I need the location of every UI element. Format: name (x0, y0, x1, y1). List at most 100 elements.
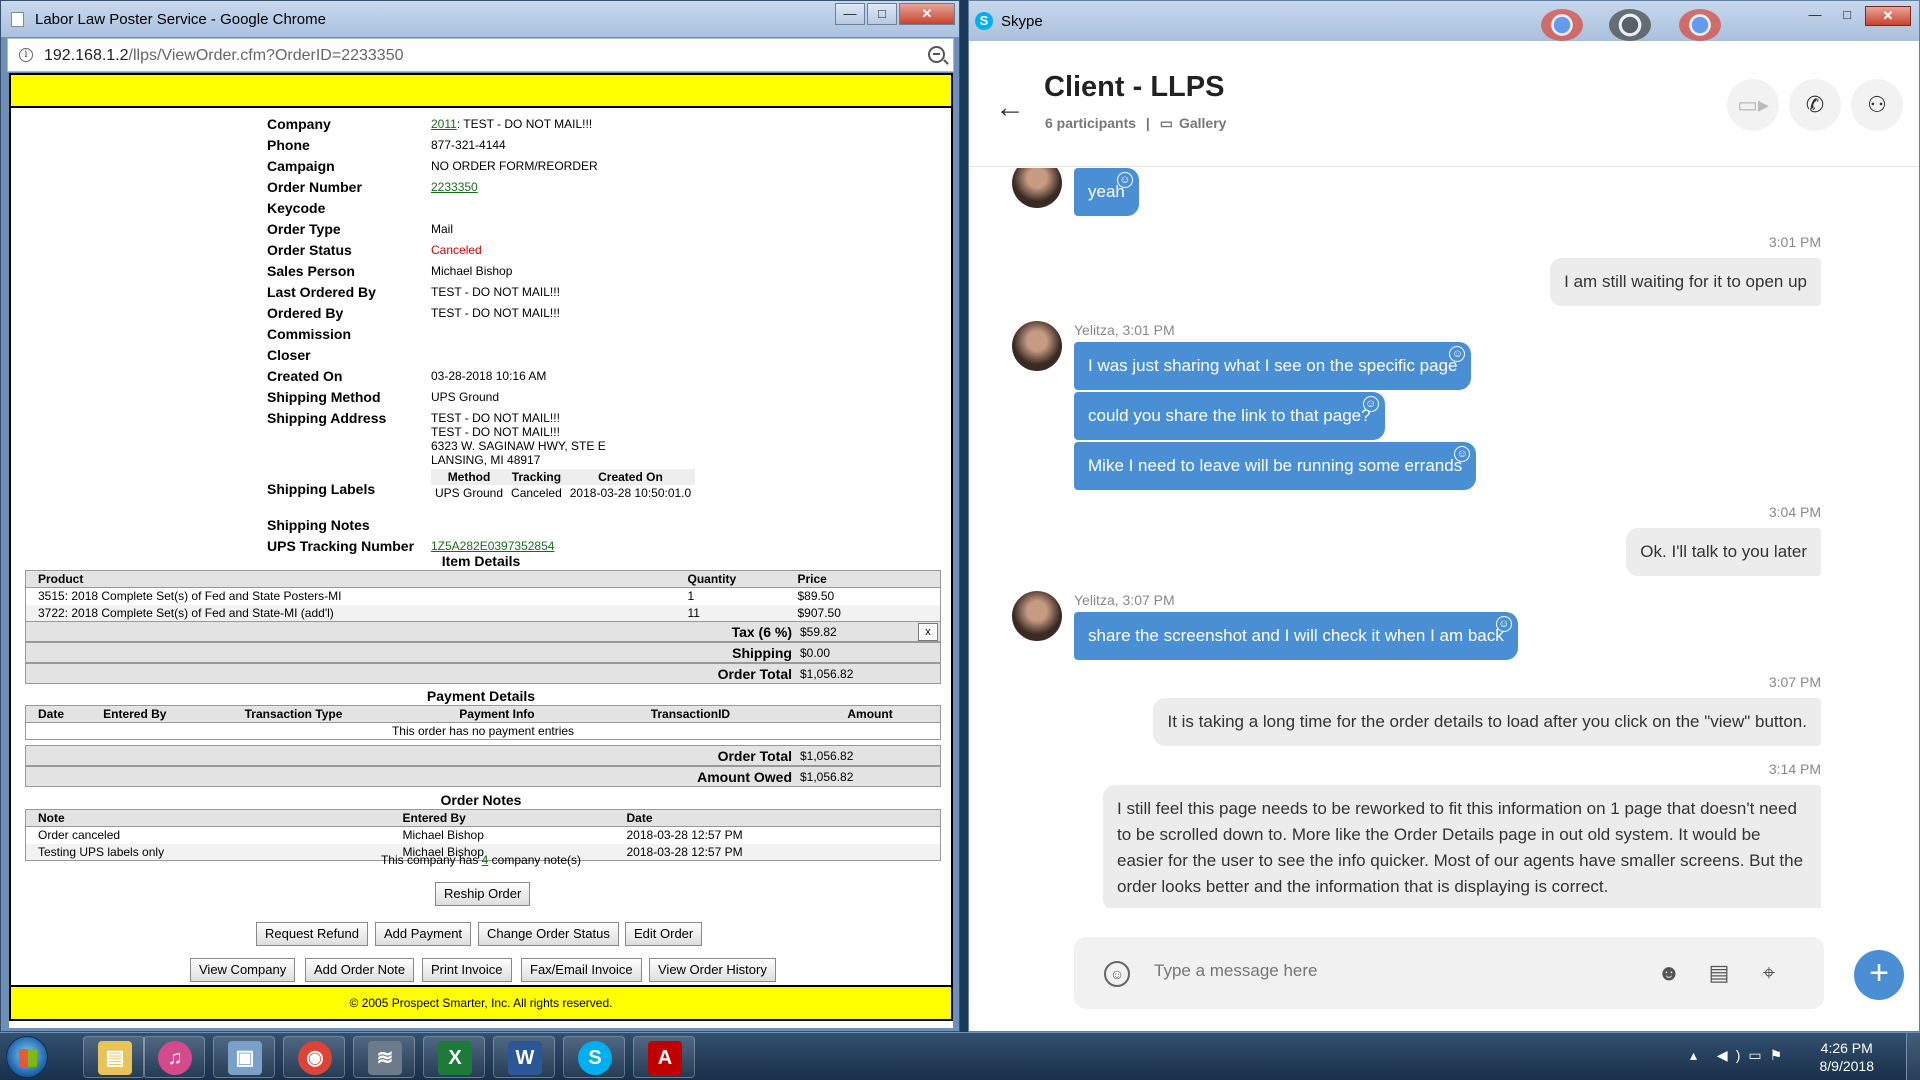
address-bar[interactable]: i 192.168.1.2/llps/ViewOrder.cfm?OrderID… (7, 38, 954, 72)
show-hidden-icon[interactable]: ▴ (1690, 1047, 1705, 1063)
maximize-button[interactable]: □ (867, 3, 897, 25)
field-shipping-address: Shipping Address TEST - DO NOT MAIL!!! T… (267, 410, 606, 467)
company-notes-text: This company has 4 company note(s) (380, 853, 582, 867)
reaction-icon[interactable]: ☺ (1116, 172, 1133, 188)
taskbar-file-explorer[interactable]: ▤ (83, 1036, 145, 1078)
payment-details-title: Payment Details (426, 688, 536, 704)
message-outgoing[interactable]: I still feel this page needs to be rewor… (1103, 785, 1821, 908)
message-incoming[interactable]: could you share the link to that page? ☺ (1074, 392, 1385, 440)
emoji-icon[interactable]: ☺ (1104, 961, 1130, 987)
skype-minimize-button[interactable]: — (1801, 6, 1829, 26)
taskbar-database[interactable]: ≋ (353, 1036, 415, 1078)
field-created-on: Created On 03-28-2018 10:16 AM (267, 368, 547, 384)
chrome-icon: ◉ (298, 1041, 332, 1075)
fax-email-invoice-button[interactable]: Fax/Email Invoice (521, 958, 642, 982)
reaction-icon[interactable]: ☺ (1362, 396, 1379, 412)
taskbar-skype[interactable]: S (563, 1036, 625, 1078)
reaction-icon[interactable]: ☺ (1449, 346, 1466, 362)
add-payment-button[interactable]: Add Payment (375, 922, 472, 946)
show-desktop-button[interactable] (1906, 1033, 1920, 1080)
volume-icon[interactable]: ◀) (1717, 1047, 1748, 1063)
order-number-link[interactable]: 2233350 (431, 180, 478, 194)
minimize-button[interactable]: — (835, 3, 865, 25)
payment-order-total-row: Order Total $1,056.82 (25, 745, 941, 766)
zoom-icon[interactable] (928, 46, 945, 63)
taskbar-itunes[interactable]: ♫ (143, 1036, 205, 1078)
taskbar-explorer-window[interactable]: ▣ (213, 1036, 275, 1078)
taskbar-chrome[interactable]: ◉ (283, 1036, 345, 1078)
message-outgoing[interactable]: Ok. I'll talk to you later (1626, 528, 1821, 576)
phone-icon: ✆ (1805, 92, 1825, 117)
chrome-window-title: Labor Law Poster Service - Google Chrome (35, 11, 326, 28)
message-outgoing[interactable]: It is taking a long time for the order d… (1153, 698, 1821, 746)
chat-subtitle: 6 participants | ▭ Gallery (1045, 115, 1227, 131)
participants-link[interactable]: 6 participants (1045, 115, 1136, 131)
sticker-icon[interactable]: ☻ (1654, 959, 1684, 989)
skype-close-button[interactable]: ✕ (1865, 6, 1911, 26)
taskbar-acrobat[interactable]: A (633, 1036, 695, 1078)
field-commission: Commission (267, 326, 352, 342)
chrome-titlebar[interactable]: Labor Law Poster Service - Google Chrome… (1, 1, 959, 37)
word-icon: W (508, 1041, 542, 1075)
reaction-icon[interactable]: ☺ (1454, 446, 1471, 462)
clock-time: 4:26 PM (1820, 1040, 1873, 1056)
avatar (1012, 321, 1062, 371)
item-details-table: Product Quantity Price 3515: 2018 Comple… (25, 570, 941, 622)
url-text[interactable]: 192.168.1.2/llps/ViewOrder.cfm?OrderID=2… (44, 47, 403, 65)
message-incoming[interactable]: Mike I need to leave will be running som… (1074, 442, 1477, 490)
taskbar-excel[interactable]: X (423, 1036, 485, 1078)
shipping-address-value: TEST - DO NOT MAIL!!! TEST - DO NOT MAIL… (431, 411, 606, 467)
edit-order-button[interactable]: Edit Order (625, 922, 703, 946)
tax-row: Tax (6 %) $59.82 x (25, 621, 941, 642)
chrome-window: Labor Law Poster Service - Google Chrome… (0, 0, 960, 1032)
request-refund-button[interactable]: Request Refund (256, 922, 368, 946)
table-row: 3515: 2018 Complete Set(s) of Fed and St… (38, 589, 835, 604)
view-order-history-button[interactable]: View Order History (649, 958, 776, 982)
message-incoming[interactable]: I was just sharing what I see on the spe… (1074, 342, 1472, 390)
reaction-icon[interactable]: ☺ (1495, 616, 1512, 632)
company-id-link[interactable]: 2011 (431, 117, 457, 131)
site-info-icon[interactable]: i (19, 48, 33, 62)
field-sales-person: Sales Person Michael Bishop (267, 263, 513, 279)
message-outgoing[interactable]: I am still waiting for it to open up (1550, 258, 1821, 306)
gallery-link[interactable]: Gallery (1179, 115, 1226, 131)
add-content-button[interactable]: + (1854, 950, 1904, 1000)
back-arrow-icon[interactable]: ← (995, 93, 1025, 123)
add-participant-button[interactable]: ⚇ (1851, 79, 1903, 131)
chat-header: ← Client - LLPS 6 participants | ▭ Galler… (969, 41, 1919, 167)
message-input[interactable] (1154, 961, 1614, 981)
field-last-ordered-by: Last Ordered By TEST - DO NOT MAIL!!! (267, 284, 560, 300)
add-file-icon[interactable]: ▤ (1704, 959, 1734, 989)
ups-tracking-link[interactable]: 1Z5A282E0397352854 (431, 539, 554, 553)
network-icon[interactable]: ▭ (1748, 1047, 1769, 1063)
amount-owed-row: Amount Owed $1,056.82 (25, 766, 941, 787)
order-notes-title: Order Notes (440, 792, 522, 808)
clock-date: 8/9/2018 (1819, 1058, 1875, 1074)
action-center-flag-icon[interactable]: ⚑ (1770, 1047, 1791, 1063)
remove-tax-button[interactable]: x (918, 623, 938, 641)
close-button[interactable]: ✕ (899, 3, 955, 25)
view-company-button[interactable]: View Company (190, 958, 296, 982)
change-order-status-button[interactable]: Change Order Status (478, 922, 619, 946)
start-button[interactable] (6, 1036, 48, 1078)
message-list: yeah ☺ 3:01 PM I am still waiting for it … (969, 168, 1919, 908)
audio-call-button[interactable]: ✆ (1789, 79, 1841, 131)
skype-maximize-button[interactable]: □ (1833, 6, 1861, 26)
timestamp: 3:07 PM (1768, 674, 1821, 690)
reship-order-button[interactable]: Reship Order (435, 882, 531, 906)
skype-titlebar[interactable]: S Skype — □ ✕ (969, 1, 1919, 41)
message-incoming[interactable]: share the screenshot and I will check it… (1074, 612, 1518, 660)
footer-banner: © 2005 Prospect Smarter, Inc. All rights… (9, 985, 953, 1021)
message-incoming[interactable]: yeah ☺ (1074, 168, 1139, 216)
field-company: Company 2011: TEST - DO NOT MAIL!!! (267, 116, 593, 132)
video-call-button[interactable]: ▭▸ (1727, 79, 1779, 131)
plus-icon: + (1869, 954, 1889, 992)
add-order-note-button[interactable]: Add Order Note (305, 958, 415, 982)
location-icon[interactable]: ⌖ (1754, 959, 1784, 989)
payment-details-table: Date Entered By Transaction Type Payment… (25, 705, 941, 740)
print-invoice-button[interactable]: Print Invoice (422, 958, 512, 982)
taskbar-word[interactable]: W (493, 1036, 555, 1078)
clock[interactable]: 4:26 PM 8/9/2018 (1820, 1039, 1875, 1075)
add-person-icon: ⚇ (1867, 92, 1887, 117)
shipping-label-row: UPS Ground Canceled 2018-03-28 10:50:01.… (435, 486, 692, 500)
